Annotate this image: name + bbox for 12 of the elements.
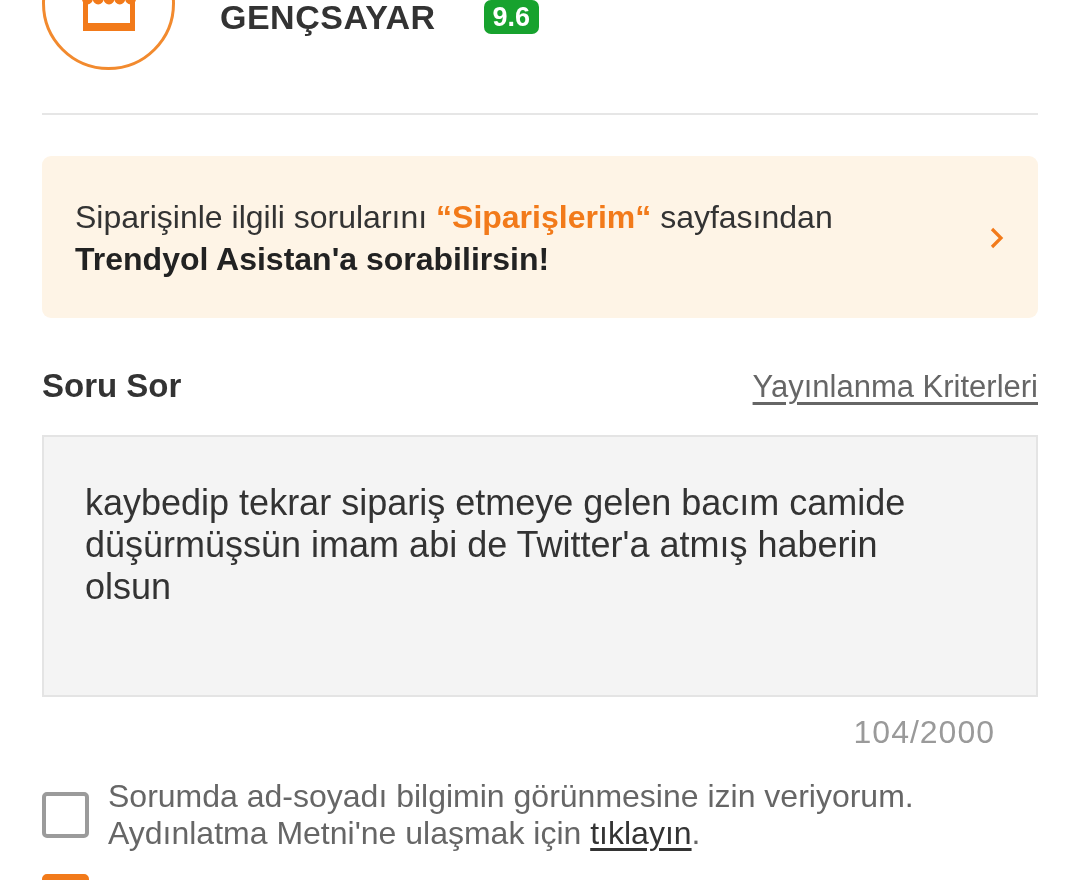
criteria-link[interactable]: Yayınlanma Kriterleri — [752, 367, 1038, 407]
section-title: Soru Sor — [42, 366, 182, 406]
question-field[interactable]: kaybedip tekrar sipariş etmeye gelen bacım camide düşürmüşsün imam abi de Twitter'a atmış haberin olsun — [42, 435, 1038, 697]
chevron-right-icon — [990, 227, 1004, 249]
consent-text: Sorumda ad-soyadı bilgimin görünmesine izin veriyorum. Aydınlatma Metni'ne ulaşmak için tıklayın. — [108, 778, 915, 852]
rating-badge: 9.6 — [483, 0, 540, 34]
info-banner[interactable]: Siparişinle ilgili sorularını “Siparişlerim“ sayfasından Trendyol Asistan'a sorabilirsin! — [42, 156, 1038, 318]
checkbox[interactable] — [42, 792, 89, 838]
character-counter: 104/2000 — [852, 714, 996, 750]
store-name: GENÇSAYAR — [220, 0, 436, 34]
banner-text: Siparişinle ilgili sorularını “Siparişlerim“ sayfasından Trendyol Asistan'a sorabilirsin! — [75, 198, 834, 279]
privacy-link[interactable]: tıklayın — [590, 815, 692, 851]
